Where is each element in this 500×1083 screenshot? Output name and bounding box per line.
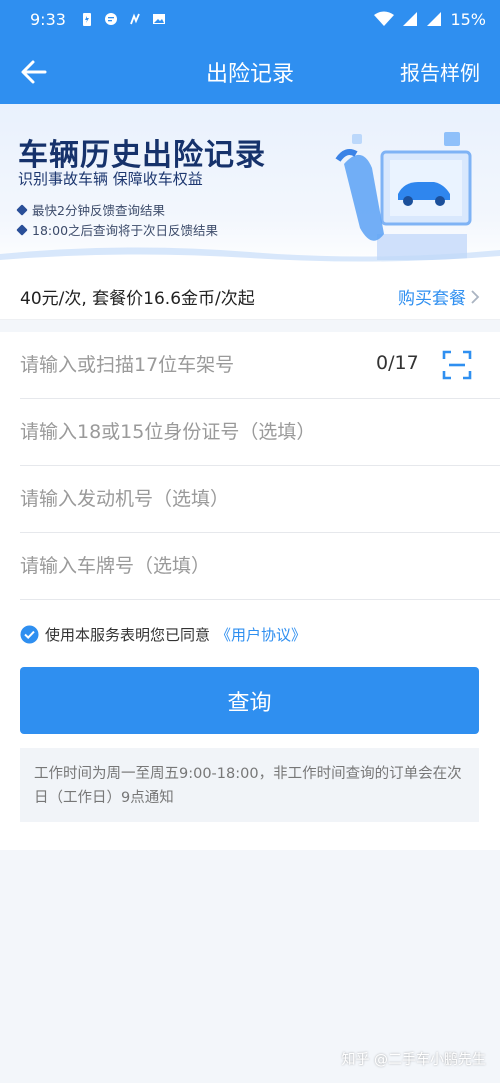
promo-banner: 车辆历史出险记录 识别事故车辆 保障收车权益 最快2分钟反馈查询结果 18:00… xyxy=(0,104,500,270)
bullet-diamond-icon xyxy=(16,223,28,236)
battery-percent: 15% xyxy=(450,9,486,29)
agreement-text: 使用本服务表明您已同意 xyxy=(45,626,211,644)
engine-number-input[interactable] xyxy=(20,466,490,532)
navigation-bar: 出险记录 报告样例 xyxy=(0,38,500,104)
plate-number-input[interactable] xyxy=(20,533,490,599)
banner-bullet: 最快2分钟反馈查询结果 xyxy=(16,200,165,219)
banner-bullet-text: 18:00之后查询将于次日反馈结果 xyxy=(32,223,219,238)
image-icon xyxy=(152,14,165,24)
banner-subtitle: 识别事故车辆 保障收车权益 xyxy=(18,170,203,188)
id-number-input[interactable] xyxy=(20,399,490,465)
buy-package-link[interactable]: 购买套餐 xyxy=(398,284,480,309)
banner-bullet-text: 最快2分钟反馈查询结果 xyxy=(32,203,165,218)
query-form: 0/17 使用本服务表明您已同意 《用户协议》 查询 工作时间为周一至周五9:0… xyxy=(0,332,500,850)
wifi-icon xyxy=(374,11,395,26)
signal-icon xyxy=(403,12,418,26)
engine-number-field xyxy=(20,466,500,533)
bullet-diamond-icon xyxy=(16,203,28,216)
user-agreement-link[interactable]: 《用户协议》 xyxy=(216,624,306,645)
work-hours-notice: 工作时间为周一至周五9:00-18:00，非工作时间查询的订单会在次日（工作日）… xyxy=(20,748,479,822)
vin-counter: 0/17 xyxy=(376,352,419,374)
system-icons: 15% xyxy=(374,10,486,29)
notification-icons xyxy=(80,12,166,26)
price-row: 40元/次, 套餐价16.6金币/次起 购买套餐 xyxy=(0,270,500,320)
banner-bullet: 18:00之后查询将于次日反馈结果 xyxy=(16,220,219,239)
plate-number-field xyxy=(20,533,500,600)
banner-wave xyxy=(0,247,500,270)
query-button[interactable]: 查询 xyxy=(20,667,479,734)
signal-icon xyxy=(427,12,442,26)
message-icon xyxy=(104,13,117,25)
vin-field: 0/17 xyxy=(20,332,500,399)
check-circle-icon[interactable] xyxy=(20,625,39,644)
agreement-row: 使用本服务表明您已同意 《用户协议》 xyxy=(20,624,306,645)
id-number-field xyxy=(20,399,500,466)
battery-charging-icon xyxy=(82,13,91,26)
status-time: 9:33 xyxy=(30,9,66,29)
buy-package-label: 购买套餐 xyxy=(398,289,466,309)
scan-icon[interactable] xyxy=(442,350,472,380)
watermark: 知乎 @二手车小鹏先生 xyxy=(341,1052,486,1068)
chevron-right-icon xyxy=(471,289,480,304)
status-bar: 9:33 15% xyxy=(0,0,500,38)
report-sample-link[interactable]: 报告样例 xyxy=(400,57,480,86)
price-text: 40元/次, 套餐价16.6金币/次起 xyxy=(20,289,255,309)
accessibility-icon xyxy=(130,13,140,25)
vin-input[interactable] xyxy=(20,332,360,398)
